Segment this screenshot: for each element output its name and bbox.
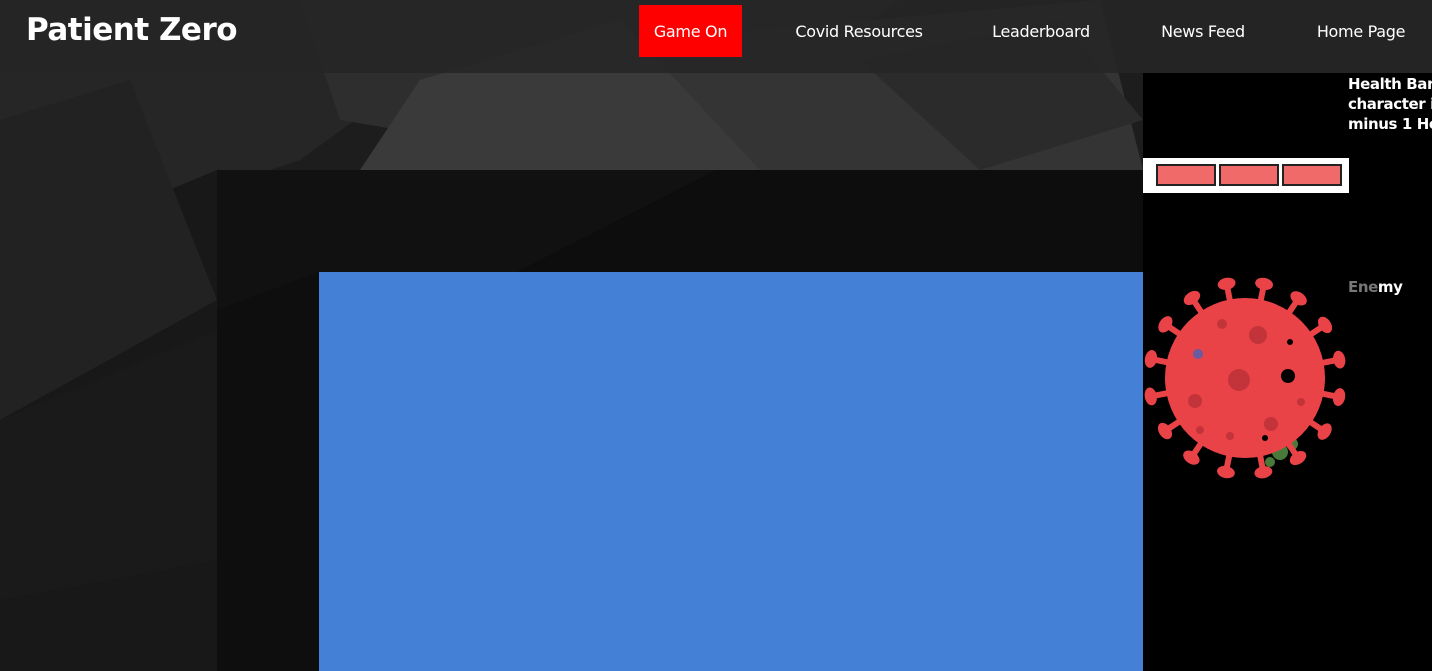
health-segment [1219,164,1279,186]
nav-covid-resources[interactable]: Covid Resources [786,5,932,57]
health-bar-description-line: Health Bar [1348,75,1432,93]
nav-game-on[interactable]: Game On [639,5,742,57]
nav-news-feed[interactable]: News Feed [1150,5,1256,57]
brand-title[interactable]: Patient Zero [26,12,238,48]
health-segment [1156,164,1216,186]
top-navbar: Patient Zero Game On Covid Resources Lea… [0,0,1432,73]
health-bar-description-line: character i [1348,95,1432,113]
virus-spike-tip [1217,277,1236,290]
health-segment [1282,164,1342,186]
enemy-label-rest: my [1377,278,1403,296]
virus-spike-tip [1144,350,1158,368]
virus-spike-tip [1332,388,1346,406]
health-bar-description: Health Bar character i minus 1 He [1348,74,1432,134]
health-bar-description-line: minus 1 He [1348,115,1432,133]
virus-spike-tip [1333,350,1346,369]
game-play-area[interactable] [319,272,1242,671]
enemy-label: Enemy [1348,278,1403,296]
nav-home-page[interactable]: Home Page [1306,5,1416,57]
nav-leaderboard[interactable]: Leaderboard [982,5,1100,57]
virus-spike-tip [1255,277,1273,291]
virus-icon[interactable] [1140,274,1352,486]
enemy-label-dim: Ene [1348,278,1378,296]
virus-spike-tip [1217,465,1235,479]
virus-spike-tip [1144,387,1157,406]
health-bar [1143,158,1349,193]
